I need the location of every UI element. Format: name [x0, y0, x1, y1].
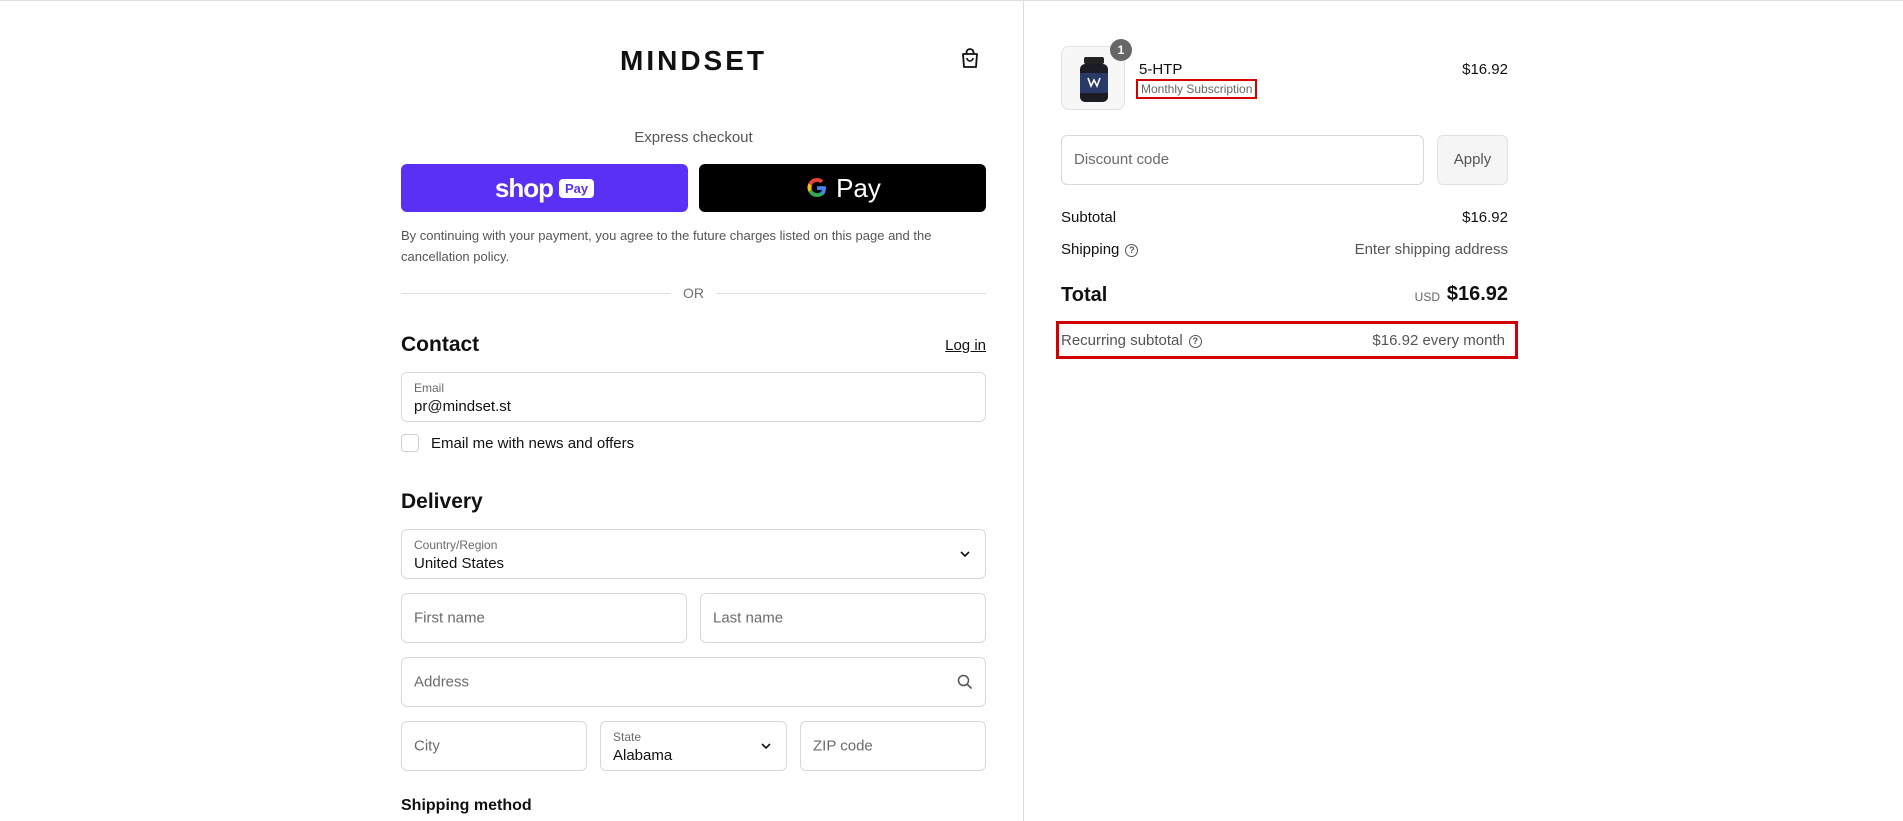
chevron-down-icon	[761, 743, 771, 750]
total-label: Total	[1061, 284, 1108, 306]
city-input[interactable]: City	[401, 721, 587, 771]
shop-pay-button[interactable]: shop Pay	[401, 164, 688, 212]
help-icon[interactable]: ?	[1188, 335, 1202, 348]
product-name: 5-HTP	[1139, 61, 1183, 78]
address-placeholder: Address	[414, 673, 470, 691]
email-value: pr@mindset.st	[414, 398, 511, 415]
last-name-input[interactable]: Last name	[700, 593, 986, 643]
state-label: State	[613, 730, 642, 744]
newsletter-checkbox[interactable]	[401, 434, 419, 452]
discount-placeholder: Discount code	[1074, 151, 1170, 168]
shipping-value: Enter shipping address	[1354, 241, 1508, 258]
zip-placeholder: ZIP code	[813, 737, 873, 755]
search-icon	[957, 674, 973, 690]
email-label: Email	[414, 381, 445, 395]
state-select[interactable]: State Alabama	[600, 721, 787, 771]
last-name-placeholder: Last name	[713, 609, 784, 627]
email-field[interactable]: Email pr@mindset.st	[401, 372, 986, 422]
total-value: $16.92	[1446, 283, 1508, 305]
contact-heading: Contact	[401, 333, 480, 356]
delivery-heading: Delivery	[401, 490, 483, 513]
shipping-method-heading: Shipping method	[401, 797, 532, 814]
help-icon[interactable]: ?	[1125, 244, 1139, 257]
subtotal-row: Subtotal $16.92	[1061, 209, 1508, 226]
shipping-label: Shipping	[1061, 241, 1120, 258]
zip-input[interactable]: ZIP code	[800, 721, 986, 771]
product-price: $16.92	[1462, 61, 1508, 78]
or-divider: OR	[401, 283, 986, 303]
recurring-value: $16.92 every month	[1372, 332, 1505, 349]
apply-discount-button[interactable]: Apply	[1437, 135, 1508, 185]
mindset-logo: MINDSET	[620, 45, 767, 75]
shopping-bag-icon[interactable]	[959, 47, 981, 69]
state-value: Alabama	[613, 747, 673, 764]
shop-pay-pill: Pay	[558, 178, 595, 198]
or-label: OR	[683, 285, 704, 301]
svg-text:MINDSET: MINDSET	[620, 45, 767, 75]
discount-code-input[interactable]: Discount code	[1061, 135, 1424, 185]
chevron-down-icon	[960, 551, 970, 558]
login-link[interactable]: Log in	[945, 337, 986, 354]
address-input[interactable]: Address	[401, 657, 986, 707]
order-summary: 1 5-HTP Monthly Subscription $16.92 Disc…	[1024, 1, 1903, 821]
google-pay-button[interactable]: Pay	[699, 164, 986, 212]
recurring-label: Recurring subtotal	[1061, 332, 1183, 349]
country-label: Country/Region	[414, 538, 498, 552]
first-name-input[interactable]: First name	[401, 593, 687, 643]
country-select[interactable]: Country/Region United States	[401, 529, 986, 579]
country-value: United States	[414, 555, 505, 572]
quantity-badge: 1	[1110, 39, 1132, 61]
newsletter-label: Email me with news and offers	[431, 435, 635, 452]
checkout-main: MINDSET Express checkout shop Pay Pay By…	[0, 1, 1023, 821]
total-currency: USD	[1414, 290, 1440, 304]
product-subscription-label: Monthly Subscription	[1136, 79, 1258, 99]
subtotal-value: $16.92	[1462, 209, 1508, 226]
city-placeholder: City	[414, 737, 440, 755]
recurring-subtotal-row: Recurring subtotal? $16.92 every month	[1056, 321, 1518, 359]
first-name-placeholder: First name	[414, 609, 485, 627]
legal-notice: By continuing with your payment, you agr…	[401, 228, 932, 264]
google-g-icon	[807, 177, 827, 198]
shop-pay-wordmark: shop	[494, 172, 554, 203]
subtotal-label: Subtotal	[1061, 209, 1117, 226]
google-pay-word: Pay	[836, 172, 881, 203]
express-checkout-title: Express checkout	[634, 129, 753, 146]
shipping-row: Shipping? Enter shipping address	[1061, 241, 1508, 258]
